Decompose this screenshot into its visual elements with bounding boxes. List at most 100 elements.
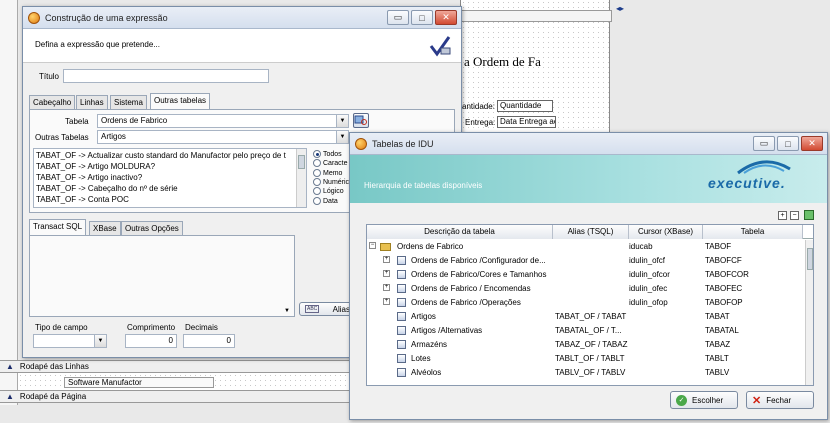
table-icon bbox=[397, 368, 406, 377]
table-row[interactable]: + Ordens de Fabrico/Cores e Tamanhos idu… bbox=[367, 268, 805, 282]
close-button[interactable]: ✕ bbox=[801, 136, 823, 151]
table-row[interactable]: − Ordens de Fabrico iducab TABOF bbox=[367, 240, 805, 254]
chevron-down-icon[interactable]: ▼ bbox=[336, 115, 348, 127]
dialog-title: Tabelas de IDU bbox=[372, 138, 434, 149]
row-cursor: iducab bbox=[629, 242, 653, 251]
list-scrollbar[interactable] bbox=[296, 149, 306, 207]
list-item[interactable]: TABAT_OF -> Actualizar custo standard do… bbox=[34, 151, 306, 162]
table-icon bbox=[397, 312, 406, 321]
close-x-icon: ✕ bbox=[752, 394, 762, 407]
expand-icon[interactable]: + bbox=[383, 284, 390, 291]
app-icon bbox=[28, 11, 40, 24]
header-subtitle: Hierarquia de tabelas disponíveis bbox=[364, 181, 483, 190]
table-icon bbox=[397, 270, 406, 279]
tab-xbase[interactable]: XBase bbox=[89, 221, 121, 235]
close-button[interactable]: ✕ bbox=[435, 10, 457, 25]
tabela-select[interactable]: Ordens de Fabrico ▼ bbox=[97, 114, 349, 128]
window-controls: ▭ □ ✕ bbox=[753, 136, 823, 151]
export-icon[interactable] bbox=[804, 210, 814, 220]
dialog-subtitle: Defina a expressão que pretende... bbox=[35, 40, 160, 49]
fields-list[interactable]: TABAT_OF -> Actualizar custo standard do… bbox=[33, 148, 307, 208]
grid-scrollbar[interactable] bbox=[805, 240, 813, 385]
table-row[interactable]: Armazéns TABAZ_OF / TABAZ TABAZ bbox=[367, 338, 805, 352]
tabela-label: Tabela bbox=[65, 117, 89, 126]
expand-all-button[interactable]: + bbox=[778, 211, 787, 220]
fechar-label: Fechar bbox=[766, 395, 792, 405]
table-row[interactable]: + Ordens de Fabrico /Operações idulin_of… bbox=[367, 296, 805, 310]
expression-editor[interactable]: ▼ bbox=[29, 235, 295, 317]
dialog-header: Defina a expressão que pretende... bbox=[23, 29, 461, 63]
radio-button[interactable] bbox=[313, 168, 321, 177]
table-icon bbox=[397, 354, 406, 363]
scroll-arrow-icon[interactable]: ◂▸ bbox=[616, 4, 624, 13]
tables-grid[interactable]: Descrição da tabela Alias (TSQL) Cursor … bbox=[366, 224, 814, 386]
expand-icon[interactable]: + bbox=[383, 270, 390, 277]
table-icon bbox=[397, 284, 406, 293]
table-row[interactable]: Artigos TABAT_OF / TABAT TABAT bbox=[367, 310, 805, 324]
outras-tabelas-select[interactable]: Artigos ▼ bbox=[97, 130, 349, 144]
list-item[interactable]: TABAT_OF -> Artigo inactivo? bbox=[34, 173, 306, 184]
list-item[interactable]: TABAT_OF -> Artigo MOLDURA? bbox=[34, 162, 306, 173]
brand-text: executive. bbox=[708, 175, 786, 191]
expand-icon[interactable]: + bbox=[383, 256, 390, 263]
col-descricao[interactable]: Descrição da tabela bbox=[367, 225, 553, 239]
comprimento-input[interactable]: 0 bbox=[125, 334, 177, 348]
grid-body: − Ordens de Fabrico iducab TABOF + Orden… bbox=[367, 240, 805, 385]
decimais-label: Decimais bbox=[185, 323, 218, 332]
table-row[interactable]: Lotes TABLT_OF / TABLT TABLT bbox=[367, 352, 805, 366]
executive-logo bbox=[737, 160, 791, 175]
list-item[interactable]: TABAT_OF -> Conta POC bbox=[34, 195, 306, 206]
tab-outras-tabelas[interactable]: Outras tabelas bbox=[150, 93, 211, 109]
collapse-icon[interactable]: − bbox=[369, 242, 376, 249]
band-rodape-linhas[interactable]: ▲ Rodapé das Linhas bbox=[0, 360, 352, 373]
fechar-button[interactable]: ✕ Fechar bbox=[746, 391, 814, 409]
row-desc: Ordens de Fabrico / Encomendas bbox=[411, 284, 531, 293]
radio-button[interactable] bbox=[313, 178, 321, 187]
report-field-qty[interactable]: Quantidade bbox=[497, 100, 553, 112]
table-row[interactable]: + Ordens de Fabrico /Configurador de... … bbox=[367, 254, 805, 268]
dialog-title: Construção de uma expressão bbox=[45, 12, 168, 23]
tipo-select[interactable]: ▼ bbox=[33, 334, 107, 348]
band-item-software[interactable]: Software Manufactor bbox=[64, 377, 214, 388]
col-tabela[interactable]: Tabela bbox=[703, 225, 803, 239]
col-cursor[interactable]: Cursor (XBase) bbox=[629, 225, 703, 239]
tab-linhas[interactable]: Linhas bbox=[76, 95, 108, 109]
titulo-input[interactable] bbox=[63, 69, 269, 83]
minimize-button[interactable]: ▭ bbox=[753, 136, 775, 151]
tab-outras-opcoes[interactable]: Outras Opções bbox=[121, 221, 183, 235]
radio-label: Lógico bbox=[323, 188, 344, 196]
tabela-value: Ordens de Fabrico bbox=[101, 116, 168, 125]
chevron-down-icon[interactable]: ▼ bbox=[94, 335, 106, 347]
tab-cabecalho[interactable]: Cabeçalho bbox=[29, 95, 76, 109]
tab-transact-sql[interactable]: Transact SQL bbox=[29, 219, 87, 235]
table-search-icon bbox=[354, 115, 367, 125]
decimais-input[interactable]: 0 bbox=[183, 334, 235, 348]
expand-icon[interactable]: + bbox=[383, 298, 390, 305]
maximize-button[interactable]: □ bbox=[777, 136, 799, 151]
folder-icon bbox=[380, 243, 391, 251]
escolher-button[interactable]: ✓ Escolher bbox=[670, 391, 738, 409]
table-row[interactable]: Alvéolos TABLV_OF / TABLV TABLV bbox=[367, 366, 805, 380]
browse-tables-button[interactable] bbox=[353, 113, 369, 128]
scroll-down-icon[interactable]: ▼ bbox=[284, 308, 290, 314]
col-alias[interactable]: Alias (TSQL) bbox=[553, 225, 629, 239]
band-rodape-pagina[interactable]: ▲ Rodapé da Página bbox=[0, 390, 352, 403]
radio-button[interactable] bbox=[313, 159, 321, 168]
report-field-entrega[interactable]: Data Entrega ac bbox=[497, 116, 556, 128]
table-row[interactable]: Artigos /Alternativas TABATAL_OF / T... … bbox=[367, 324, 805, 338]
collapse-all-button[interactable]: − bbox=[790, 211, 799, 220]
maximize-button[interactable]: □ bbox=[411, 10, 433, 25]
row-alias: TABAT_OF / TABAT bbox=[555, 312, 627, 321]
chevron-down-icon[interactable]: ▼ bbox=[336, 131, 348, 143]
row-tabela: TABOFCOR bbox=[705, 270, 749, 279]
minimize-button[interactable]: ▭ bbox=[387, 10, 409, 25]
radio-button[interactable] bbox=[313, 150, 321, 158]
radio-button[interactable] bbox=[313, 196, 321, 205]
tab-sistema[interactable]: Sistema bbox=[110, 95, 147, 109]
alias-button[interactable]: ABC Alias bbox=[299, 302, 355, 316]
radio-button[interactable] bbox=[313, 187, 321, 196]
table-row[interactable]: + Ordens de Fabrico / Encomendas idulin_… bbox=[367, 282, 805, 296]
row-desc: Ordens de Fabrico /Configurador de... bbox=[411, 256, 546, 265]
row-cursor: idulin_ofcor bbox=[629, 270, 670, 279]
list-item[interactable]: TABAT_OF -> Cabeçalho do nº de série bbox=[34, 184, 306, 195]
